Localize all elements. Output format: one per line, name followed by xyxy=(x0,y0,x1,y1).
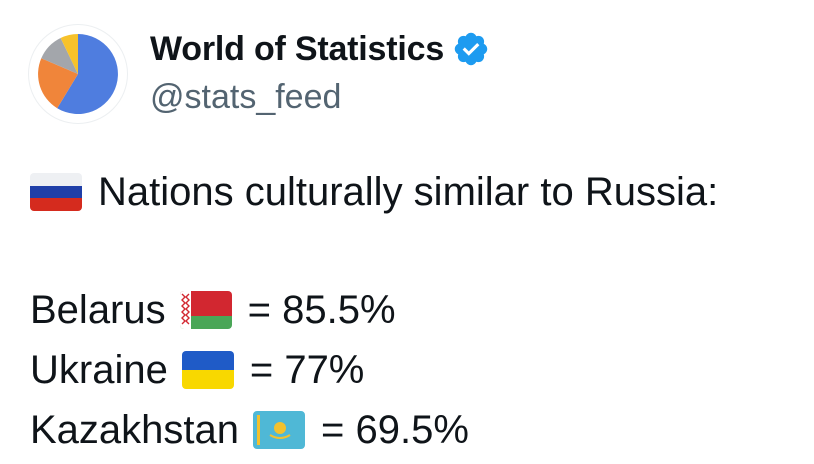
avatar[interactable] xyxy=(28,24,128,124)
list-item-belarus: Belarus = 85.5% xyxy=(30,284,469,336)
headline-text: Nations culturally similar to Russia: xyxy=(98,169,719,214)
stat-value: = 69.5% xyxy=(321,407,469,452)
stat-value: = 77% xyxy=(249,347,365,392)
tweet-headline: Nations culturally similar to Russia: xyxy=(30,164,718,220)
country-name: Belarus xyxy=(30,287,166,332)
display-name[interactable]: World of Statistics xyxy=(150,30,444,69)
country-name: Ukraine xyxy=(30,347,168,392)
belarus-flag-icon xyxy=(179,291,232,329)
russia-flag-icon xyxy=(30,173,82,211)
handle[interactable]: @stats_feed xyxy=(150,78,341,117)
tweet-card: World of Statistics @stats_feed Nations … xyxy=(0,0,814,457)
list-item-kazakhstan: Kazakhstan = 69.5% xyxy=(30,404,469,456)
pie-chart-icon xyxy=(38,34,118,114)
verified-badge-icon xyxy=(452,30,490,68)
country-name: Kazakhstan xyxy=(30,407,240,452)
kazakhstan-flag-icon xyxy=(253,411,306,449)
list-item-ukraine: Ukraine = 77% xyxy=(30,344,469,396)
stat-value: = 85.5% xyxy=(247,287,396,332)
stats-list: Belarus = 85.5% Ukraine = 77% Kazakhstan… xyxy=(30,284,469,464)
author-name-row: World of Statistics xyxy=(150,26,490,72)
ukraine-flag-icon xyxy=(181,351,234,389)
